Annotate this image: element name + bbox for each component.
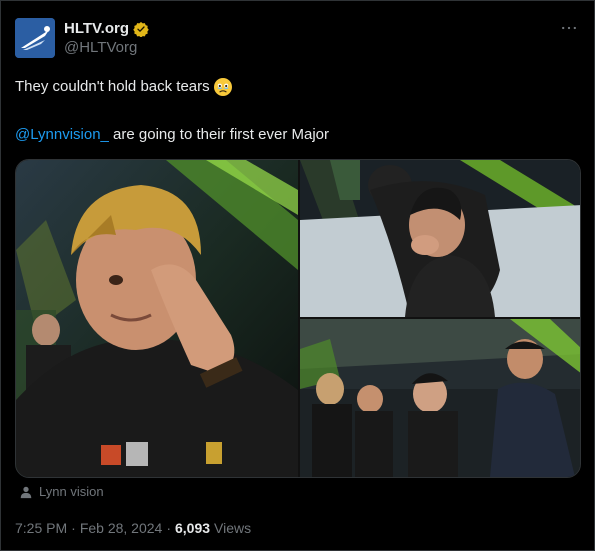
author-display-name[interactable]: HLTV.org <box>64 20 129 37</box>
media-grid <box>15 159 581 478</box>
tweet-text: They couldn't hold back tears @Lynnvisio… <box>15 77 580 143</box>
tweet-text-line1: They couldn't hold back tears <box>15 78 210 95</box>
tweet-time[interactable]: 7:25 PM <box>15 520 67 536</box>
photo-player-crying[interactable] <box>16 160 298 477</box>
gold-verified-badge-icon[interactable] <box>133 21 149 37</box>
tweet-text-line2: @Lynnvision_ are going to their first ev… <box>15 125 329 145</box>
tweet-header: HLTV.org @HLTVorg <box>15 18 580 62</box>
author-handle[interactable]: @HLTVorg <box>64 39 149 56</box>
author-name-block: HLTV.org @HLTVorg <box>64 20 149 56</box>
meta-separator: · <box>71 520 76 536</box>
tweet-card: HLTV.org @HLTVorg They couldn't hold bac… <box>0 0 595 551</box>
tagged-label: Lynn vision <box>39 484 104 499</box>
holding-back-tears-emoji <box>213 78 232 96</box>
photo-team-on-stage[interactable] <box>300 319 580 477</box>
photo-player-bowing[interactable] <box>300 160 580 317</box>
tagged-people[interactable]: Lynn vision <box>19 484 104 499</box>
mention-link[interactable]: @Lynnvision_ <box>15 126 109 143</box>
tweet-date[interactable]: Feb 28, 2024 <box>80 520 163 536</box>
tweet-meta: 7:25 PM · Feb 28, 2024 · 6,093 Views <box>15 520 251 536</box>
author-avatar[interactable] <box>15 18 55 58</box>
meta-separator: · <box>166 520 171 536</box>
views-count: 6,093 <box>175 520 211 536</box>
more-options-icon[interactable] <box>558 20 580 40</box>
person-icon <box>20 486 32 498</box>
hltv-logo-icon <box>15 18 55 58</box>
views-label: Views <box>214 520 252 536</box>
tweet-text-line2-rest: are going to their first ever Major <box>108 126 329 143</box>
